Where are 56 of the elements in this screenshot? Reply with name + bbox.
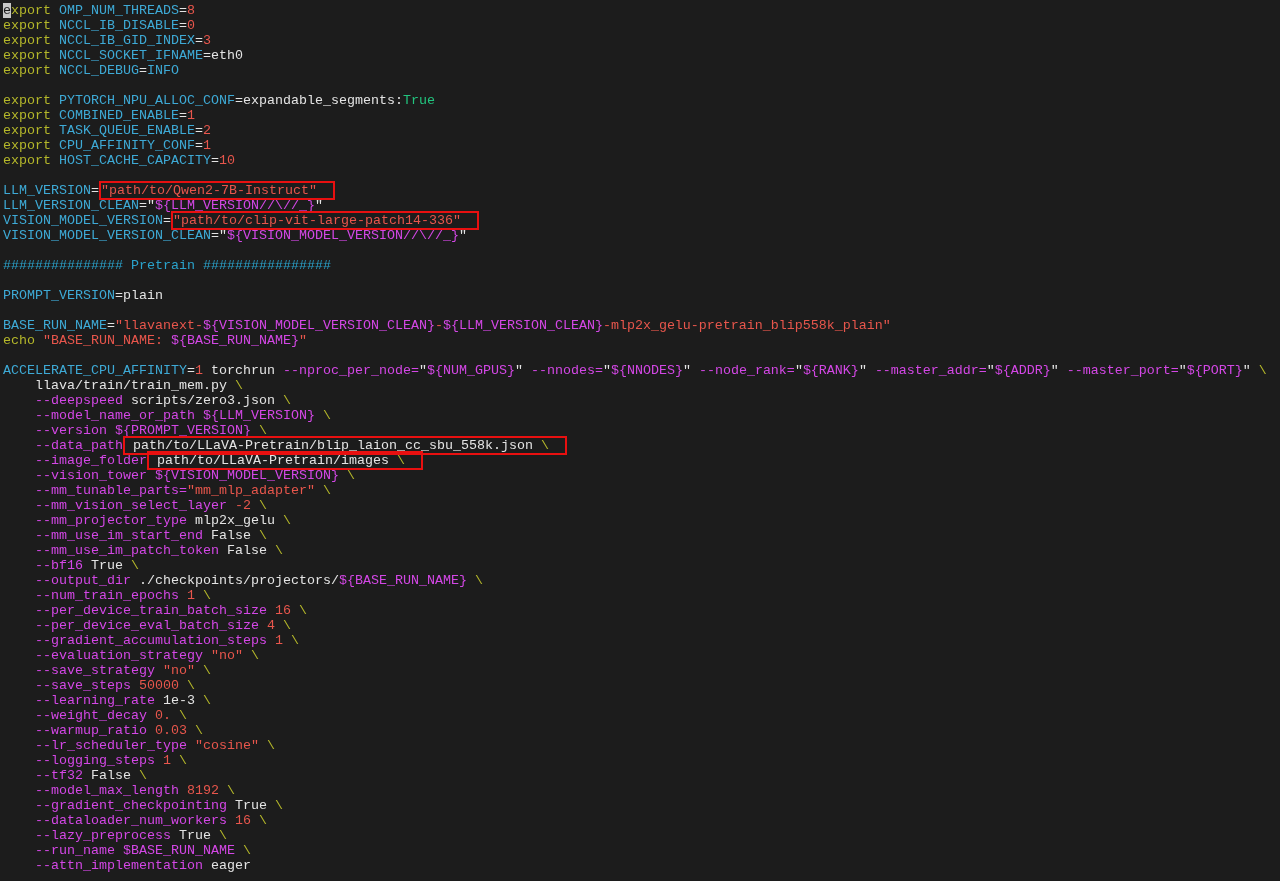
- code-line: --output_dir ./checkpoints/projectors/${BASE_RUN_NAME} \: [35, 573, 483, 588]
- code-line: BASE_RUN_NAME="llavanext-${VISION_MODEL_VERSION_CLEAN}-${LLM_VERSION_CLEAN}-mlp2x_gelu-pretrain_blip558k_plain": [3, 318, 891, 333]
- code-line: --model_name_or_path ${LLM_VERSION} \: [35, 408, 331, 423]
- code-line: --mm_tunable_parts="mm_mlp_adapter" \: [35, 483, 331, 498]
- code-line: --lr_scheduler_type "cosine" \: [35, 738, 275, 753]
- code-line: --tf32 False \: [35, 768, 147, 783]
- code-line: --gradient_checkpointing True \: [35, 798, 283, 813]
- code-line: ACCELERATE_CPU_AFFINITY=1 torchrun --nproc_per_node="${NUM_GPUS}" --nnodes="${NNODES}" --node_rank="${RANK}" --master_addr="${ADDR}" --master_port="${PORT}" \: [3, 363, 1267, 378]
- code-line: --run_name $BASE_RUN_NAME \: [35, 843, 251, 858]
- highlighted-code: "path/to/Qwen2-7B-Instruct": [99, 181, 335, 200]
- code-line: VISION_MODEL_VERSION_CLEAN="${VISION_MODEL_VERSION//\//_}": [3, 228, 467, 243]
- code-line: --mm_vision_select_layer -2 \: [35, 498, 267, 513]
- code-line: --attn_implementation eager: [35, 858, 251, 873]
- code-line: --data_path: [35, 438, 123, 453]
- code-line: --image_folder: [35, 453, 147, 468]
- code-line: export TASK_QUEUE_ENABLE=2: [3, 123, 211, 138]
- code-line: --dataloader_num_workers 16 \: [35, 813, 267, 828]
- highlighted-code: "path/to/clip-vit-large-patch14-336": [170, 211, 479, 230]
- code-line: --logging_steps 1 \: [35, 753, 187, 768]
- code-line: --learning_rate 1e-3 \: [35, 693, 211, 708]
- code-line: --lazy_preprocess True \: [35, 828, 227, 843]
- code-line: --num_train_epochs 1 \: [35, 588, 211, 603]
- code-line: --evaluation_strategy "no" \: [35, 648, 259, 663]
- code-line: export NCCL_IB_DISABLE=0: [3, 18, 195, 33]
- code-line: export NCCL_SOCKET_IFNAME=eth0: [3, 48, 243, 63]
- code-line: PROMPT_VERSION=plain: [3, 288, 163, 303]
- code-line: --weight_decay 0. \: [35, 708, 187, 723]
- code-line: VISION_MODEL_VERSION=: [3, 213, 171, 228]
- code-line: LLM_VERSION_CLEAN="${LLM_VERSION//\//_}": [3, 198, 323, 213]
- highlighted-code: path/to/LLaVA-Pretrain/blip_laion_cc_sbu_558k.json \: [122, 436, 567, 455]
- code-line: --model_max_length 8192 \: [35, 783, 235, 798]
- code-line: LLM_VERSION=: [3, 183, 99, 198]
- code-line: --mm_projector_type mlp2x_gelu \: [35, 513, 291, 528]
- code-line: --mm_use_im_start_end False \: [35, 528, 267, 543]
- code-line: --per_device_train_batch_size 16 \: [35, 603, 307, 618]
- code-line: --mm_use_im_patch_token False \: [35, 543, 283, 558]
- code-line: --save_strategy "no" \: [35, 663, 211, 678]
- code-line: --bf16 True \: [35, 558, 139, 573]
- highlighted-code: path/to/LLaVA-Pretrain/images \: [146, 451, 423, 470]
- code-line: export NCCL_DEBUG=INFO: [3, 63, 179, 78]
- code-line: export PYTORCH_NPU_ALLOC_CONF=expandable_segments:True: [3, 93, 435, 108]
- code-line: export HOST_CACHE_CAPACITY=10: [3, 153, 235, 168]
- code-line: export CPU_AFFINITY_CONF=1: [3, 138, 211, 153]
- code-line: llava/train/train_mem.py \: [35, 378, 243, 393]
- code-line: --per_device_eval_batch_size 4 \: [35, 618, 291, 633]
- code-line: --save_steps 50000 \: [35, 678, 195, 693]
- code-line: --warmup_ratio 0.03 \: [35, 723, 203, 738]
- code-line: --version ${PROMPT_VERSION} \: [35, 423, 267, 438]
- code-line: export COMBINED_ENABLE=1: [3, 108, 195, 123]
- code-line: --vision_tower ${VISION_MODEL_VERSION} \: [35, 468, 355, 483]
- code-line: --deepspeed scripts/zero3.json \: [35, 393, 291, 408]
- code-line: export NCCL_IB_GID_INDEX=3: [3, 33, 211, 48]
- code-line: echo "BASE_RUN_NAME: ${BASE_RUN_NAME}": [3, 333, 307, 348]
- code-line: --gradient_accumulation_steps 1 \: [35, 633, 299, 648]
- code-line: ############### Pretrain ################: [3, 258, 331, 273]
- code-line: export OMP_NUM_THREADS=8: [3, 3, 195, 18]
